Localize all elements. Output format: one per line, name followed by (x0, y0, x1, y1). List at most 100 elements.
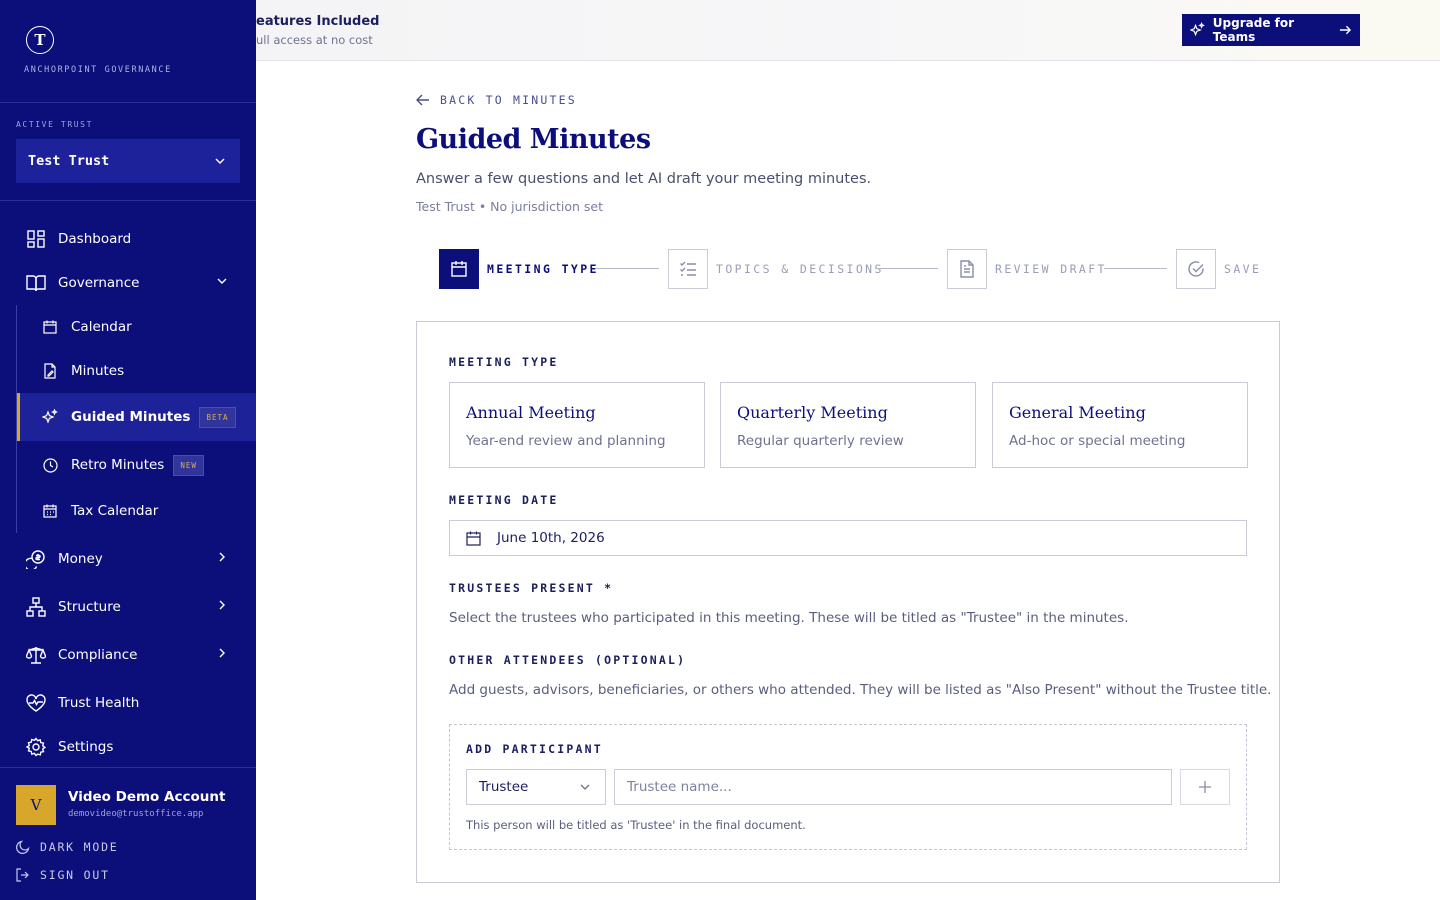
add-participant-label: ADD PARTICIPANT (466, 742, 603, 756)
step-review-draft[interactable]: REVIEW DRAFT (947, 249, 1107, 289)
calendar-icon (41, 318, 59, 336)
trust-selector[interactable]: Test Trust (16, 139, 240, 183)
org-chart-icon (26, 597, 46, 617)
sign-out-button[interactable]: SIGN OUT (16, 868, 110, 882)
chevron-right-icon (219, 600, 225, 610)
role-select-value: Trustee (479, 779, 529, 795)
add-participant-button[interactable] (1180, 769, 1230, 805)
meeting-type-option-annual[interactable]: Annual Meeting Year-end review and plann… (449, 382, 705, 468)
step-label: TOPICS & DECISIONS (716, 262, 884, 276)
nav-label: Governance (58, 275, 140, 291)
calendar-icon (439, 249, 479, 289)
nav-item-governance[interactable]: Governance (0, 261, 256, 305)
add-participant-panel: ADD PARTICIPANT Trustee This person will… (449, 724, 1247, 850)
document-icon (947, 249, 987, 289)
step-label: REVIEW DRAFT (995, 262, 1107, 276)
user-section: V Video Demo Account demovideo@trustoffi… (0, 767, 256, 900)
nav-item-money[interactable]: Money (0, 537, 256, 581)
check-circle-icon (1176, 249, 1216, 289)
participant-name-input[interactable] (614, 769, 1172, 805)
nav-label: Settings (58, 739, 114, 755)
nav-label: Structure (58, 599, 121, 615)
meeting-date-value: June 10th, 2026 (497, 530, 605, 546)
meeting-type-desc: Regular quarterly review (737, 433, 904, 449)
meeting-type-title: Quarterly Meeting (737, 403, 888, 422)
chevron-right-icon (219, 648, 225, 658)
active-trust-section: ACTIVE TRUST Test Trust (0, 103, 256, 201)
meeting-type-option-quarterly[interactable]: Quarterly Meeting Regular quarterly revi… (720, 382, 976, 468)
step-save[interactable]: SAVE (1176, 249, 1261, 289)
beta-badge: BETA (199, 406, 236, 428)
banner-subtitle: ull access at no cost (256, 33, 373, 47)
step-connector (596, 268, 659, 269)
nav-item-compliance[interactable]: Compliance (0, 633, 256, 677)
heart-pulse-icon (26, 693, 46, 713)
step-topics-decisions[interactable]: TOPICS & DECISIONS (668, 249, 884, 289)
sidebar-item-label: Guided Minutes (71, 409, 191, 425)
meeting-type-desc: Year-end review and planning (466, 433, 666, 449)
sparkles-icon (1190, 22, 1205, 37)
meeting-type-title: General Meeting (1009, 403, 1146, 422)
nav-label: Compliance (58, 647, 138, 663)
participant-role-select[interactable]: Trustee (466, 769, 606, 805)
dark-mode-label: DARK MODE (40, 840, 119, 854)
checklist-icon (668, 249, 708, 289)
meeting-form-card: MEETING TYPE Annual Meeting Year-end rev… (416, 321, 1280, 883)
meeting-type-title: Annual Meeting (466, 403, 596, 422)
trustees-help-text: Select the trustees who participated in … (449, 610, 1129, 626)
moon-icon (16, 840, 32, 854)
sparkles-icon (41, 408, 59, 426)
chevron-down-icon (215, 158, 225, 164)
calendar-grid-icon (41, 502, 59, 520)
upgrade-button-label: Upgrade for Teams (1212, 16, 1295, 44)
step-connector (875, 268, 938, 269)
nav-item-trust-health[interactable]: Trust Health (0, 681, 256, 725)
dark-mode-toggle[interactable]: DARK MODE (16, 840, 119, 854)
avatar[interactable]: V (16, 785, 56, 825)
arrow-right-icon (1339, 25, 1352, 35)
step-connector (1104, 268, 1167, 269)
step-meeting-type[interactable]: MEETING TYPE (439, 249, 599, 289)
sign-out-label: SIGN OUT (40, 868, 110, 882)
chevron-down-icon (217, 278, 227, 284)
brand-logo-icon[interactable]: T (26, 26, 54, 54)
upgrade-button[interactable]: Upgrade for Teams (1182, 14, 1360, 46)
step-label: MEETING TYPE (487, 262, 599, 276)
brand-name: ANCHORPOINT GOVERNANCE (24, 65, 172, 75)
user-name: Video Demo Account (68, 789, 226, 805)
sidebar-item-minutes[interactable]: Minutes (17, 349, 256, 393)
nav-label: Money (58, 551, 103, 567)
meeting-date-picker[interactable]: June 10th, 2026 (449, 520, 1247, 556)
page-title: Guided Minutes (416, 124, 651, 155)
gear-icon (26, 737, 46, 757)
page-meta: Test Trust • No jurisdiction set (416, 199, 603, 214)
sidebar-item-tax-calendar[interactable]: Tax Calendar (17, 489, 256, 533)
sidebar-item-calendar[interactable]: Calendar (17, 305, 256, 349)
brand: T ANCHORPOINT GOVERNANCE (0, 0, 256, 103)
sidebar-item-guided-minutes[interactable]: Guided Minutes BETA (17, 393, 256, 441)
active-trust-label: ACTIVE TRUST (16, 120, 93, 129)
nav-item-settings[interactable]: Settings (0, 725, 256, 769)
trustees-present-label: TRUSTEES PRESENT * (449, 581, 614, 595)
coins-icon (26, 549, 46, 569)
nav-item-dashboard[interactable]: Dashboard (0, 217, 256, 261)
book-open-icon (26, 273, 46, 293)
sidebar-item-label: Retro Minutes (71, 457, 165, 473)
wizard-stepper: MEETING TYPE TOPICS & DECISIONS REVIEW D… (439, 249, 1269, 289)
sidebar-item-label: Minutes (71, 363, 125, 379)
calendar-icon (466, 531, 481, 546)
sidebar-item-retro-minutes[interactable]: Retro Minutes NEW (17, 443, 256, 487)
back-to-minutes-link[interactable]: BACK TO MINUTES (416, 93, 577, 107)
document-pen-icon (41, 362, 59, 380)
new-badge: NEW (173, 454, 204, 476)
sidebar-item-label: Calendar (71, 319, 132, 335)
meeting-type-option-general[interactable]: General Meeting Ad-hoc or special meetin… (992, 382, 1248, 468)
user-email: demovideo@trustoffice.app (68, 809, 204, 819)
chevron-down-icon (580, 784, 590, 790)
scale-icon (26, 645, 46, 665)
nav-label: Trust Health (58, 695, 140, 711)
nav-item-structure[interactable]: Structure (0, 585, 256, 629)
chevron-right-icon (219, 552, 225, 562)
meeting-type-desc: Ad-hoc or special meeting (1009, 433, 1186, 449)
step-label: SAVE (1224, 262, 1262, 276)
